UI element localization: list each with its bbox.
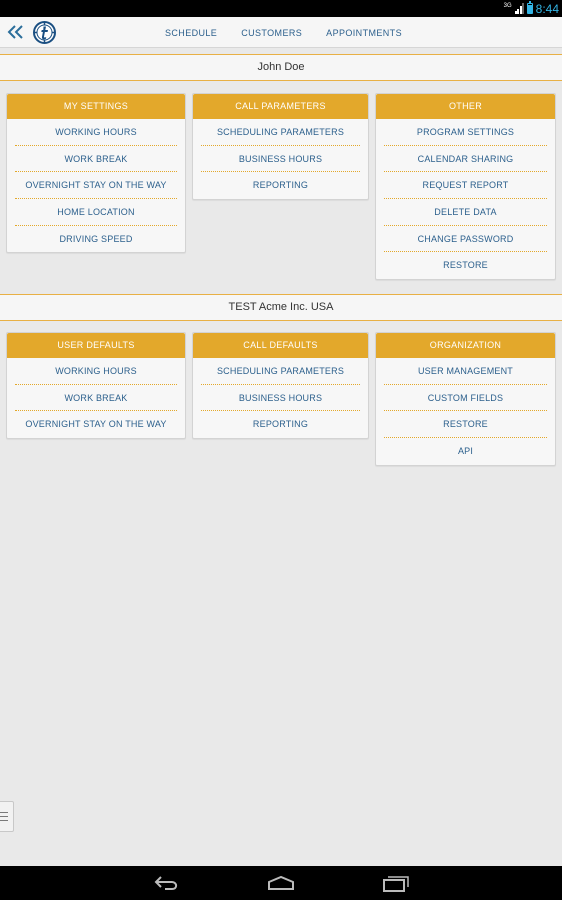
status-bar: 3G 8:44 — [0, 0, 562, 17]
menu-item-working-hours[interactable]: WORKING HOURS — [15, 358, 177, 385]
menu-item-scheduling-parameters[interactable]: SCHEDULING PARAMETERS — [201, 358, 360, 385]
menu-item-custom-fields[interactable]: CUSTOM FIELDS — [384, 385, 547, 412]
recent-apps-icon[interactable] — [381, 874, 411, 892]
back-arrow-icon[interactable] — [152, 874, 182, 892]
signal-icon — [514, 3, 525, 14]
tab-appointments[interactable]: APPOINTMENTS — [326, 28, 402, 38]
main-nav: SCHEDULE CUSTOMERS APPOINTMENTS — [165, 17, 426, 48]
card-header: ORGANIZATION — [376, 333, 555, 358]
card-other: OTHER PROGRAM SETTINGS CALENDAR SHARING … — [375, 93, 556, 281]
menu-item-restore[interactable]: RESTORE — [384, 411, 547, 439]
menu-item-request-report[interactable]: REQUEST REPORT — [384, 172, 547, 200]
menu-item-reporting[interactable]: REPORTING — [201, 172, 360, 199]
menu-item-home-location[interactable]: HOME LOCATION — [15, 199, 177, 226]
battery-icon — [526, 1, 533, 14]
menu-item-restore[interactable]: RESTORE — [384, 252, 547, 279]
menu-item-delete-data[interactable]: DELETE DATA — [384, 199, 547, 226]
app-logo-icon — [33, 21, 56, 44]
menu-item-business-hours[interactable]: BUSINESS HOURS — [201, 146, 360, 173]
double-chevron-left-icon[interactable] — [7, 24, 25, 40]
section-header-user: John Doe — [0, 54, 562, 81]
card-call-defaults: CALL DEFAULTS SCHEDULING PARAMETERS BUSI… — [192, 332, 369, 440]
system-nav-bar — [0, 866, 562, 900]
menu-item-program-settings[interactable]: PROGRAM SETTINGS — [384, 119, 547, 146]
menu-item-user-management[interactable]: USER MANAGEMENT — [384, 358, 547, 385]
menu-item-reporting[interactable]: REPORTING — [201, 411, 360, 438]
card-user-defaults: USER DEFAULTS WORKING HOURS WORK BREAK O… — [6, 332, 186, 440]
menu-handle-icon[interactable] — [0, 801, 14, 832]
tab-customers[interactable]: CUSTOMERS — [241, 28, 302, 38]
network-type: 3G — [503, 2, 512, 9]
card-header: OTHER — [376, 94, 555, 119]
menu-item-work-break[interactable]: WORK BREAK — [15, 146, 177, 173]
card-header: CALL PARAMETERS — [193, 94, 368, 119]
clock: 8:44 — [535, 1, 559, 16]
menu-item-overnight-stay[interactable]: OVERNIGHT STAY ON THE WAY — [15, 172, 177, 200]
card-call-parameters: CALL PARAMETERS SCHEDULING PARAMETERS BU… — [192, 93, 369, 201]
menu-item-driving-speed[interactable]: DRIVING SPEED — [15, 226, 177, 253]
card-header: MY SETTINGS — [7, 94, 185, 119]
menu-item-calendar-sharing[interactable]: CALENDAR SHARING — [384, 146, 547, 173]
menu-item-working-hours[interactable]: WORKING HOURS — [15, 119, 177, 146]
card-header: USER DEFAULTS — [7, 333, 185, 358]
app-bar: SCHEDULE CUSTOMERS APPOINTMENTS — [0, 17, 562, 48]
status-icons: 3G 8:44 — [504, 1, 559, 16]
tab-schedule[interactable]: SCHEDULE — [165, 28, 217, 38]
menu-item-overnight-stay[interactable]: OVERNIGHT STAY ON THE WAY — [15, 411, 177, 438]
menu-item-business-hours[interactable]: BUSINESS HOURS — [201, 385, 360, 412]
card-organization: ORGANIZATION USER MANAGEMENT CUSTOM FIEL… — [375, 332, 556, 466]
section-header-organization: TEST Acme Inc. USA — [0, 294, 562, 321]
card-header: CALL DEFAULTS — [193, 333, 368, 358]
menu-item-scheduling-parameters[interactable]: SCHEDULING PARAMETERS — [201, 119, 360, 146]
menu-item-change-password[interactable]: CHANGE PASSWORD — [384, 226, 547, 253]
card-my-settings: MY SETTINGS WORKING HOURS WORK BREAK OVE… — [6, 93, 186, 254]
menu-item-api[interactable]: API — [384, 438, 547, 465]
menu-item-work-break[interactable]: WORK BREAK — [15, 385, 177, 412]
home-icon[interactable] — [266, 874, 296, 892]
